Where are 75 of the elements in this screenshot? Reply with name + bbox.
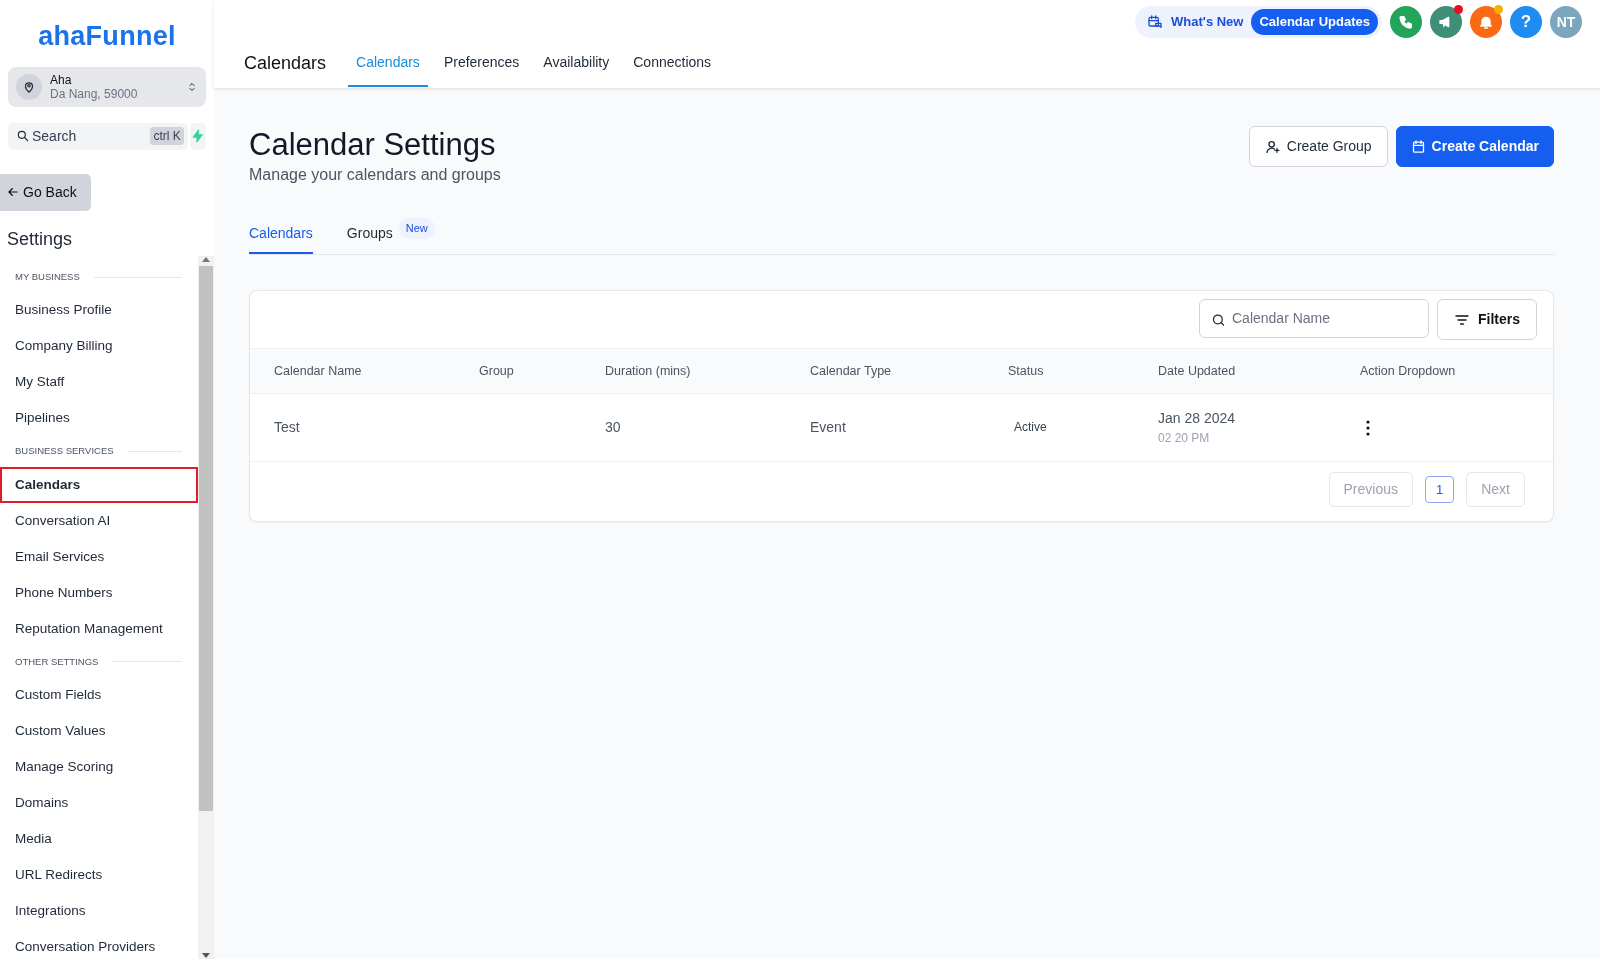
filters-button[interactable]: Filters [1437,299,1537,341]
page-heading: Calendar Settings [249,126,497,164]
tab[interactable]: Calendars [249,223,313,255]
sidebar-item[interactable]: Pipelines [0,400,198,437]
announcements-button[interactable] [1430,6,1462,38]
column-header: Status [1008,363,1045,381]
location-address: Da Nang, 59000 [50,86,139,101]
sidebar-item[interactable]: Reputation Management [0,610,198,647]
section-heading: MY BUSINESS [15,270,80,285]
go-back-button[interactable]: Go Back [0,173,91,211]
calendar-search-field[interactable]: Calendar Name [1199,299,1429,339]
sidebar-item[interactable]: Calendars [0,466,198,503]
scroll-down-icon[interactable] [202,953,210,959]
phone-button[interactable] [1390,6,1422,38]
sidebar-item[interactable]: Manage Scoring [0,748,198,785]
phone-icon [1398,14,1414,30]
page-title: Calendars [244,53,327,75]
sidebar-item[interactable]: URL Redirects [0,856,198,893]
column-header: Calendar Name [274,363,363,381]
create-calendar-button[interactable]: Create Calendar [1395,126,1554,167]
nav-tab[interactable]: Connections [625,52,720,87]
updates-badge: Calendar Updates [1251,9,1378,35]
location-name: Aha [50,72,73,87]
sidebar-item[interactable]: Phone Numbers [0,574,198,611]
sidebar-item[interactable]: Custom Fields [0,676,198,713]
sidebar-item[interactable]: Conversation AI [0,502,198,539]
column-header: Action Dropdown [1360,363,1457,381]
sidebar-item[interactable]: Media [0,820,198,857]
time-text: 02 20 PM [1158,429,1211,447]
sidebar-item[interactable]: Business Profile [0,292,198,329]
nav-tab[interactable]: Calendars [348,52,428,87]
table-cell-text: Test [274,417,301,437]
nav-tab[interactable]: Availability [535,52,618,87]
calendar-icon [1410,139,1426,154]
sidebar-item[interactable]: Conversation Providers [0,928,198,959]
page-button[interactable]: 1 [1424,475,1455,504]
page-subtitle: Manage your calendars and groups [249,165,501,186]
sidebar-item[interactable]: Integrations [0,892,198,929]
sidebar-item[interactable]: Email Services [0,538,198,575]
settings-heading: Settings [6,227,74,251]
calendar-chat-icon [1147,14,1163,30]
whats-new-button[interactable]: What's New Calendar Updates [1135,6,1382,38]
scroll-up-icon[interactable] [202,256,210,263]
section-heading: BUSINESS SERVICES [15,444,114,459]
arrow-left-icon [6,185,20,199]
column-header: Calendar Type [810,363,893,381]
scrollbar[interactable] [198,256,214,959]
whats-new-label: What's New [1171,13,1244,32]
date-text: Jan 28 2024 [1158,408,1237,428]
status-text: Active [1013,419,1048,437]
lightning-icon [190,128,205,144]
user-plus-icon [1264,138,1281,155]
kebab-menu-icon [1366,420,1370,437]
location-switcher[interactable]: Aha Da Nang, 59000 [8,66,206,107]
bell-icon [1478,14,1494,30]
new-badge: New [398,218,435,239]
location-pin-icon [22,79,36,94]
sidebar-item[interactable]: Company Billing [0,328,198,365]
column-header: Date Updated [1158,363,1237,381]
create-group-button[interactable]: Create Group [1248,126,1388,167]
sidebar-item[interactable]: Custom Values [0,712,198,749]
brand-logo: ahaFunnel [37,20,177,53]
tab[interactable]: Groups [346,223,393,255]
table-cell-text: Event [810,417,847,437]
sidebar-item[interactable]: My Staff [0,364,198,401]
column-header: Group [479,363,515,381]
column-header: Duration (mins) [605,363,692,381]
search-icon [1211,312,1226,328]
notifications-button[interactable] [1470,6,1502,38]
section-heading: OTHER SETTINGS [15,654,99,669]
table-cell-text: 30 [605,417,622,437]
search-icon [16,129,30,143]
nav-tab[interactable]: Preferences [435,52,528,87]
shortcut-hint: ctrl K [150,127,184,145]
sidebar-item[interactable]: Domains [0,784,198,821]
